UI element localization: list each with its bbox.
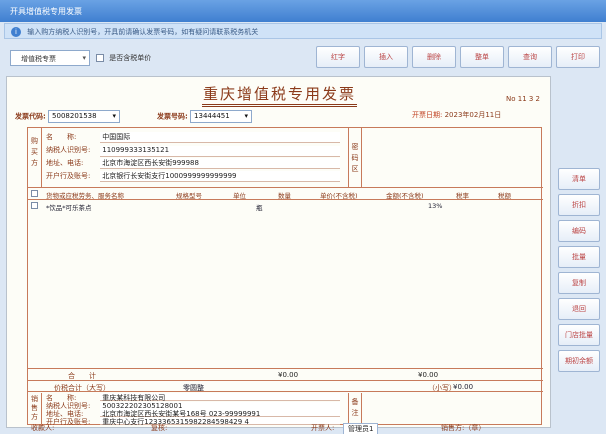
payee-label: 收款人:	[31, 424, 55, 432]
buyer-addr-input[interactable]: 北京市海淀区西长安街999988	[100, 158, 341, 169]
col-spec: 规格型号	[176, 192, 202, 200]
notice-bar: i 输入购方纳税人识别号，开具前请确认发票号码，如有疑问请联系税务机关	[4, 23, 602, 39]
chevron-down-icon: ▾	[82, 54, 86, 62]
title-underline	[202, 104, 357, 107]
col-amount: 金额(不含税)	[386, 192, 424, 200]
seller-name-input[interactable]: 重庆某科技有限公司	[100, 393, 341, 402]
total-small-label: （小写）	[428, 384, 456, 392]
notice-text: 输入购方纳税人识别号，开具前请确认发票号码，如有疑问请联系税务机关	[27, 28, 259, 36]
seller-addr-field: 地址、电话: 北京市海淀区西长安街某号168号 023-99999991	[46, 409, 341, 418]
table-row[interactable]: *饮品*可乐茶点 瓶 13%	[28, 200, 543, 212]
password-area-label: 密码区	[348, 128, 362, 187]
window-title: 开具增值税专用发票	[10, 7, 82, 16]
seller-addr-input[interactable]: 北京市海淀区西长安街某号168号 023-99999991	[100, 409, 341, 418]
return-button[interactable]: 退回	[558, 298, 600, 320]
query-button[interactable]: 查询	[508, 46, 552, 68]
chevron-down-icon: ▾	[244, 112, 249, 120]
items-header: 货物或应税劳务、服务名称 规格型号 单位 数量 单价(不含税) 金额(不含税) …	[28, 188, 543, 200]
row-unit[interactable]: 瓶	[256, 202, 263, 212]
insert-button[interactable]: 插入	[364, 46, 408, 68]
sum-row: 合 计 ¥0.00 ¥0.00	[28, 368, 543, 380]
sum-amount: ¥0.00	[278, 371, 299, 379]
buyer-bank-input[interactable]: 北京银行长安街支行1000999999999999	[100, 171, 341, 182]
red-invoice-button[interactable]: 红字	[316, 46, 360, 68]
copy-button[interactable]: 复制	[558, 272, 600, 294]
col-goods-name: 货物或应税劳务、服务名称	[46, 192, 124, 200]
seller-tax-field: 纳税人识别号: 500322202305128001	[46, 401, 341, 410]
tax-included-label: 是否含税单价	[109, 54, 152, 62]
whole-button[interactable]: 整单	[460, 46, 504, 68]
row-tax-rate[interactable]: 13%	[428, 202, 442, 210]
invoice-serial: No 11 3 2	[505, 95, 540, 103]
buyer-side-label: 购买方	[28, 128, 42, 187]
invoice-code-row: 发票代码: 5008201538 ▾	[15, 110, 121, 123]
window-titlebar: 开具增值税专用发票	[0, 0, 606, 22]
store-batch-button[interactable]: 门店批量	[558, 324, 600, 346]
col-qty: 数量	[278, 192, 291, 200]
invoice-type-select[interactable]: 增值税专票 ▾	[10, 50, 90, 66]
print-button[interactable]: 打印	[556, 46, 600, 68]
buyer-tax-field: 纳税人识别号: 110999333135121	[46, 145, 341, 158]
info-icon: i	[11, 27, 21, 37]
delete-button[interactable]: 删除	[412, 46, 456, 68]
discount-button[interactable]: 折扣	[558, 194, 600, 216]
buyer-tax-input[interactable]: 110999333135121	[100, 146, 341, 157]
col-tax-rate: 税率	[456, 192, 469, 200]
tax-included-checkbox[interactable]	[96, 54, 104, 62]
row-goods-name[interactable]: *饮品*可乐茶点	[46, 202, 92, 212]
invoice-date-row: 开票日期: 2023年02月11日	[412, 110, 501, 120]
invoice-form: 重庆增值税专用发票 No 11 3 2 发票代码: 5008201538 ▾ 发…	[6, 76, 551, 434]
opening-balance-button[interactable]: 期初余额	[558, 350, 600, 372]
invoice-number-input[interactable]: 13444451 ▾	[190, 110, 253, 123]
buyer-name-field: 名 称: 中国国际	[46, 132, 341, 145]
invoice-number-row: 发票号码: 13444451 ▾	[157, 110, 253, 123]
total-row: 价税合计（大写） 零圆整 （小写） ¥0.00	[28, 380, 543, 392]
invoice-grid: 购买方 名 称: 中国国际 纳税人识别号: 110999333135121 地址…	[27, 127, 543, 426]
invoice-date-value: 2023年02月11日	[444, 111, 502, 119]
buyer-bank-field: 开户行及账号: 北京银行长安街支行1000999999999999	[46, 171, 341, 184]
buyer-name-input[interactable]: 中国国际	[100, 132, 341, 143]
remark-label: 备注	[348, 393, 362, 426]
invoice-code-label: 发票代码:	[15, 112, 46, 121]
total-big-value: 零圆整	[183, 384, 204, 392]
seller-name-field: 名 称: 重庆某科技有限公司	[46, 393, 341, 402]
batch-button[interactable]: 批量	[558, 246, 600, 268]
col-tax: 税额	[498, 192, 511, 200]
reviewer-label: 复核:	[151, 424, 168, 432]
seller-bank-field: 开户行及账号: 重庆中心支行1233365315982284598429 4	[46, 417, 341, 426]
seller-section: 销售方 名 称: 重庆某科技有限公司 纳税人识别号: 5003222023051…	[28, 393, 543, 426]
tax-included-toggle[interactable]: 是否含税单价	[96, 53, 151, 63]
seller-side-label: 销售方	[28, 393, 42, 426]
buyer-section: 购买方 名 称: 中国国际 纳税人识别号: 110999333135121 地址…	[28, 128, 543, 188]
col-unit-price: 单价(不含税)	[320, 192, 358, 200]
drawer-label: 开票人:	[311, 424, 335, 432]
code-button[interactable]: 编码	[558, 220, 600, 242]
drawer-value[interactable]: 管理员1	[343, 423, 379, 434]
invoice-title: 重庆增值税专用发票	[202, 85, 356, 103]
seller-bank-input[interactable]: 重庆中心支行1233365315982284598429 4	[100, 417, 341, 426]
toolbar: 增值税专票 ▾ 是否含税单价 红字 插入 删除 整单 查询 打印	[4, 42, 602, 72]
row-checkbox[interactable]	[31, 202, 38, 209]
total-label: 价税合计（大写）	[54, 384, 110, 392]
chevron-down-icon: ▾	[112, 112, 117, 120]
buyer-addr-field: 地址、电话: 北京市海淀区西长安街999988	[46, 158, 341, 171]
total-small-value: ¥0.00	[453, 383, 474, 391]
invoice-code-input[interactable]: 5008201538 ▾	[48, 110, 121, 123]
invoice-date-label: 开票日期:	[412, 111, 443, 119]
list-button[interactable]: 清单	[558, 168, 600, 190]
sum-tax: ¥0.00	[418, 371, 439, 379]
select-all-checkbox[interactable]	[31, 190, 38, 197]
invoice-number-label: 发票号码:	[157, 112, 188, 121]
seller-stamp-label: 销售方:（章）	[441, 424, 486, 432]
col-unit: 单位	[233, 192, 246, 200]
